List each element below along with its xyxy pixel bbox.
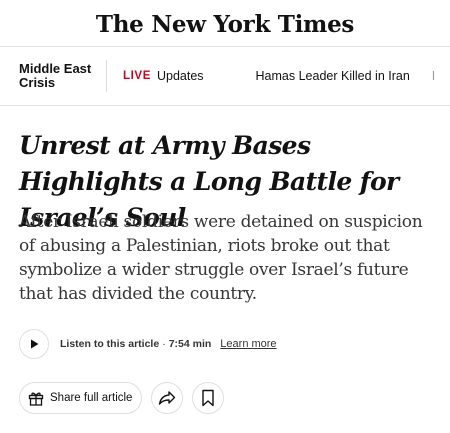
share-full-article-button[interactable]: Share full article: [19, 382, 143, 414]
live-updates-link[interactable]: LIVE Updates: [123, 69, 204, 83]
gift-icon: [28, 392, 44, 406]
learn-more-link[interactable]: Learn more: [220, 338, 276, 350]
share-full-article-label: Share full article: [50, 392, 133, 404]
listen-label: Listen to this article: [60, 338, 160, 350]
bookmark-icon: [202, 389, 215, 407]
share-arrow-icon: [159, 391, 176, 405]
live-updates-label: Updates: [156, 69, 204, 83]
live-badge: LIVE: [123, 70, 151, 82]
topic-link-hamas-leader[interactable]: Hamas Leader Killed in Iran: [256, 69, 410, 83]
share-button[interactable]: [151, 382, 184, 414]
audio-player-row: Listen to this article · 7:54 min Learn …: [19, 328, 277, 360]
save-button[interactable]: [192, 382, 225, 414]
audio-duration: 7:54 min: [168, 338, 212, 350]
topic-link-truncated[interactable]: I: [432, 69, 435, 83]
masthead: The New York Times: [0, 0, 450, 47]
topic-bar: Middle East Crisis LIVE Updates Hamas Le…: [0, 47, 450, 106]
play-button[interactable]: [19, 329, 49, 359]
article-summary: After Israeli soldiers were detained on …: [19, 212, 423, 304]
listen-separator: ·: [162, 338, 166, 350]
play-icon: [31, 339, 39, 349]
article-actions: Share full article: [19, 382, 225, 414]
section-label-middle-east-crisis[interactable]: Middle East Crisis: [19, 60, 107, 92]
nyt-logo[interactable]: The New York Times: [96, 11, 354, 38]
